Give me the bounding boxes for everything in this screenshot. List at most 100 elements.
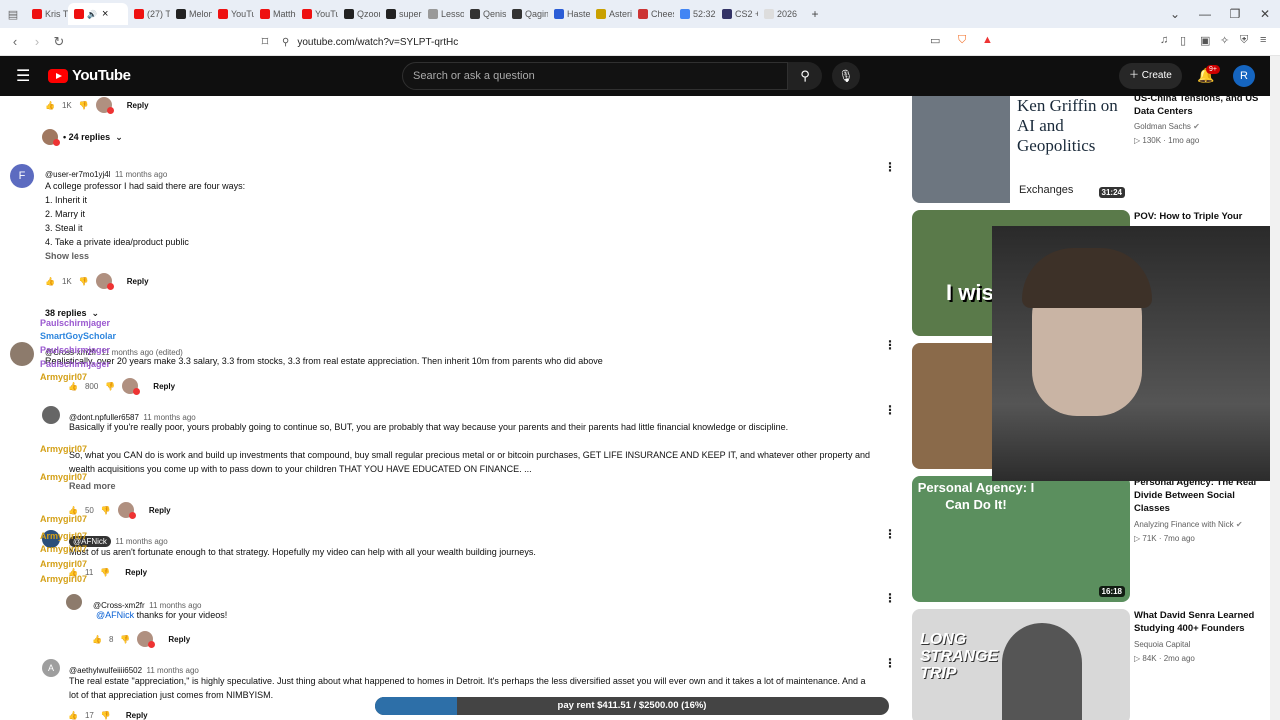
- comment-author[interactable]: @dont.npfuller6587: [69, 413, 139, 422]
- rewards-icon[interactable]: ▲: [982, 34, 993, 46]
- more-options-icon[interactable]: ⋮: [884, 527, 896, 541]
- video-title[interactable]: Personal Agency: The Real Divide Between…: [1134, 476, 1269, 515]
- browser-tab[interactable]: YouTub: [296, 3, 338, 25]
- commenter-avatar[interactable]: [42, 406, 60, 424]
- comment-time[interactable]: 11 months ago: [147, 666, 199, 675]
- like-icon[interactable]: 👍: [92, 635, 102, 644]
- comment-author[interactable]: @aethylwulfeiiii6502: [69, 666, 142, 675]
- show-less-link[interactable]: Show less: [45, 251, 89, 261]
- brave-shield-icon[interactable]: ⛉: [958, 34, 966, 47]
- reply-button[interactable]: Reply: [126, 711, 148, 720]
- video-channel[interactable]: Sequoia Capital: [1134, 640, 1190, 649]
- dislike-icon[interactable]: 👎: [101, 711, 111, 720]
- dislike-icon[interactable]: 👎: [79, 101, 89, 110]
- replies-toggle[interactable]: • 24 replies ⌄: [42, 129, 123, 146]
- video-channel[interactable]: Goldman Sachs ✔: [1134, 122, 1200, 131]
- dislike-icon[interactable]: 👎: [120, 635, 130, 644]
- vpn-icon[interactable]: ⛨: [1240, 34, 1248, 47]
- site-info-icon[interactable]: ⚲: [282, 37, 289, 48]
- video-thumbnail[interactable]: Personal Agency: I Can Do It! 16:18: [912, 476, 1130, 602]
- more-options-icon[interactable]: ⋮: [884, 338, 896, 352]
- tab-list-icon[interactable]: ▤: [0, 8, 26, 21]
- comment-time[interactable]: 11 months ago: [115, 537, 167, 546]
- more-options-icon[interactable]: ⋮: [884, 403, 896, 417]
- media-icon[interactable]: ♫: [1160, 34, 1168, 46]
- comment-author[interactable]: @user-er7mo1yj4l: [45, 170, 110, 179]
- reply-button[interactable]: Reply: [168, 635, 190, 644]
- url-field[interactable]: ⚲ youtube.com/watch?v=SYLPT-qrtHc: [282, 32, 962, 52]
- search-button[interactable]: ⚲: [788, 62, 822, 90]
- commenter-avatar[interactable]: A: [42, 659, 60, 677]
- back-icon[interactable]: ‹: [4, 34, 26, 49]
- video-thumbnail[interactable]: Ken Griffin on AI and Geopolitics Exchan…: [912, 96, 1130, 203]
- video-title[interactable]: POV: How to Triple Your: [1134, 210, 1269, 223]
- voice-search-button[interactable]: 🎙: [832, 62, 860, 90]
- browser-tab[interactable]: Cheese: [632, 3, 674, 25]
- tab-search-icon[interactable]: ⌄: [1160, 7, 1190, 21]
- dislike-icon[interactable]: 👎: [105, 382, 115, 391]
- audio-playing-icon[interactable]: 🔊: [87, 10, 97, 19]
- more-options-icon[interactable]: ⋮: [884, 160, 896, 174]
- sidebar-icon[interactable]: ▯: [1180, 34, 1186, 47]
- mention-link[interactable]: @AFNick: [96, 610, 134, 620]
- browser-tab[interactable]: superb: [380, 3, 422, 25]
- reload-icon[interactable]: ↻: [48, 34, 70, 50]
- browser-tab[interactable]: Hasteb: [548, 3, 590, 25]
- browser-tab[interactable]: 🔊 ×: [68, 3, 128, 25]
- comment-author[interactable]: @Cross-xm2fr: [93, 601, 145, 610]
- reply-button[interactable]: Reply: [149, 506, 171, 515]
- video-title[interactable]: US-China Tensions, and US Data Centers: [1134, 96, 1269, 118]
- like-icon[interactable]: 👍: [45, 101, 55, 110]
- browser-tab[interactable]: (27) Th: [128, 3, 170, 25]
- account-avatar[interactable]: R: [1233, 65, 1255, 87]
- browser-tab[interactable]: 2026 D: [758, 3, 800, 25]
- new-tab-button[interactable]: +: [800, 7, 830, 21]
- page-scrollbar[interactable]: [1270, 56, 1280, 720]
- dislike-icon[interactable]: 👎: [101, 506, 111, 515]
- video-channel[interactable]: Analyzing Finance with Nick ✔: [1134, 520, 1243, 529]
- menu-icon[interactable]: ≡: [1260, 34, 1266, 46]
- comment-time[interactable]: 11 months ago: [149, 601, 201, 610]
- browser-tab[interactable]: YouTub: [212, 3, 254, 25]
- browser-tab[interactable]: Qagina: [506, 3, 548, 25]
- dislike-icon[interactable]: 👎: [79, 277, 89, 286]
- comment-time[interactable]: 11 months ago: [115, 170, 167, 179]
- bookmark-icon[interactable]: ⌑: [254, 34, 276, 50]
- reply-button[interactable]: Reply: [153, 382, 175, 391]
- reply-button[interactable]: Reply: [125, 568, 147, 577]
- commenter-avatar[interactable]: [66, 594, 82, 610]
- youtube-logo[interactable]: YouTube: [48, 67, 131, 84]
- browser-tab[interactable]: 52:32: [674, 3, 716, 25]
- like-icon[interactable]: 👍: [45, 277, 55, 286]
- close-tab-icon[interactable]: ×: [102, 8, 108, 20]
- like-icon[interactable]: 👍: [68, 711, 78, 720]
- comment-time[interactable]: 11 months ago: [143, 413, 195, 422]
- minimize-button[interactable]: —: [1190, 7, 1220, 21]
- more-options-icon[interactable]: ⋮: [884, 656, 896, 670]
- commenter-avatar[interactable]: [10, 342, 34, 366]
- close-window-button[interactable]: ✕: [1250, 7, 1280, 21]
- dislike-icon[interactable]: 👎: [100, 568, 110, 577]
- hamburger-menu-icon[interactable]: ☰: [16, 66, 30, 86]
- browser-tab[interactable]: Kris Tys: [26, 3, 68, 25]
- browser-tab[interactable]: Melone: [170, 3, 212, 25]
- browser-tab[interactable]: Qzoom: [338, 3, 380, 25]
- video-title[interactable]: What David Senra Learned Studying 400+ F…: [1134, 609, 1269, 635]
- browser-tab[interactable]: CS2 +: [716, 3, 758, 25]
- browser-tab[interactable]: Matthe: [254, 3, 296, 25]
- browser-tab[interactable]: Asterisl: [590, 3, 632, 25]
- leo-icon[interactable]: ✧: [1220, 34, 1229, 47]
- create-button[interactable]: ＋ Create: [1119, 63, 1182, 89]
- reply-button[interactable]: Reply: [127, 101, 149, 110]
- restore-button[interactable]: ❐: [1220, 7, 1250, 21]
- reply-button[interactable]: Reply: [127, 277, 149, 286]
- screen-icon[interactable]: ▭: [930, 34, 940, 47]
- wallet-icon[interactable]: ▣: [1200, 34, 1210, 47]
- forward-icon[interactable]: ›: [26, 34, 48, 49]
- video-thumbnail[interactable]: LONG STRANGE TRIP: [912, 609, 1130, 720]
- more-options-icon[interactable]: ⋮: [884, 591, 896, 605]
- commenter-avatar[interactable]: F: [10, 164, 34, 188]
- browser-tab[interactable]: Lesson: [422, 3, 464, 25]
- read-more-link[interactable]: Read more: [69, 481, 116, 491]
- browser-tab[interactable]: Qenis 3: [464, 3, 506, 25]
